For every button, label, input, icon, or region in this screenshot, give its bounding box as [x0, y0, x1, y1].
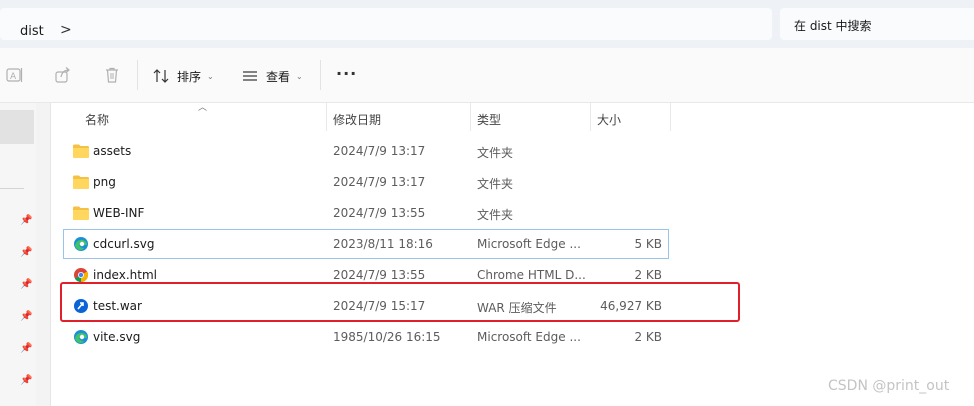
- toolbar-divider: [320, 60, 321, 90]
- list-item[interactable]: cdcurl.svg 2023/8/11 18:16 Microsoft Edg…: [63, 229, 669, 259]
- watermark: CSDN @print_out: [828, 378, 950, 394]
- folder-icon: [73, 206, 89, 220]
- chevron-down-icon: ⌄: [207, 71, 214, 81]
- list-item[interactable]: png 2024/7/9 13:17 文件夹: [64, 168, 668, 196]
- file-date: 2024/7/9 13:17: [333, 144, 426, 158]
- list-item[interactable]: WEB-INF 2024/7/9 13:55 文件夹: [64, 199, 668, 227]
- sort-icon: [153, 69, 169, 83]
- file-size: 2 KB: [634, 268, 662, 282]
- list-item[interactable]: vite.svg 1985/10/26 16:15 Microsoft Edge…: [64, 323, 668, 351]
- sort-button[interactable]: 排序 ⌄: [153, 67, 214, 85]
- delete-icon[interactable]: [103, 66, 121, 84]
- search-input[interactable]: 在 dist 中搜索: [780, 8, 974, 40]
- file-date: 2023/8/11 18:16: [333, 237, 433, 251]
- nav-selected-item[interactable]: [0, 110, 34, 144]
- sort-label: 排序: [177, 69, 202, 84]
- file-name: assets: [93, 144, 132, 158]
- search-placeholder: 在 dist 中搜索: [794, 19, 872, 33]
- file-type: Chrome HTML D...: [477, 268, 586, 282]
- pin-icon[interactable]: 📌: [20, 247, 32, 259]
- file-name: png: [93, 175, 116, 189]
- file-size: 5 KB: [634, 237, 662, 251]
- svg-text:A: A: [10, 72, 17, 82]
- navigation-pane: 📌 📌 📌 📌 📌 📌: [0, 103, 36, 406]
- file-name: cdcurl.svg: [93, 237, 155, 251]
- column-divider[interactable]: [470, 103, 471, 131]
- toolbar-divider: [137, 60, 138, 90]
- file-type: 文件夹: [477, 177, 514, 191]
- file-type: 文件夹: [477, 208, 514, 222]
- list-item[interactable]: assets 2024/7/9 13:17 文件夹: [64, 137, 668, 165]
- file-date: 2024/7/9 13:55: [333, 268, 426, 282]
- file-type: Microsoft Edge ...: [477, 237, 581, 251]
- column-header-size[interactable]: 大小: [597, 111, 621, 128]
- pin-icon[interactable]: 📌: [20, 215, 32, 227]
- more-options-button[interactable]: ···: [336, 64, 357, 83]
- command-bar: A 排序 ⌄ 查看 ⌄ ···: [0, 48, 974, 103]
- column-divider[interactable]: [326, 103, 327, 131]
- address-bar[interactable]: dist >: [0, 8, 772, 40]
- column-header-type[interactable]: 类型: [477, 111, 501, 128]
- file-list: ︿ 名称 修改日期 类型 大小 assets 2024/7/9 13:17 文件…: [63, 103, 974, 406]
- view-label: 查看: [266, 69, 291, 84]
- chevron-down-icon: ⌄: [296, 71, 303, 81]
- file-name: WEB-INF: [93, 206, 145, 220]
- column-header-date[interactable]: 修改日期: [333, 111, 381, 128]
- column-divider[interactable]: [670, 103, 671, 131]
- file-date: 2024/7/9 13:17: [333, 175, 426, 189]
- folder-icon: [73, 144, 89, 158]
- sort-ascending-icon: ︿: [198, 103, 208, 113]
- view-button[interactable]: 查看 ⌄: [242, 67, 303, 85]
- file-size: 2 KB: [634, 330, 662, 344]
- highlight-box: [60, 282, 740, 322]
- column-header-name[interactable]: 名称: [85, 111, 109, 128]
- column-divider[interactable]: [590, 103, 591, 131]
- pin-icon[interactable]: 📌: [20, 375, 32, 387]
- share-icon[interactable]: [54, 66, 72, 84]
- folder-icon: [73, 175, 89, 189]
- pin-icon[interactable]: 📌: [20, 279, 32, 291]
- file-date: 2024/7/9 13:55: [333, 206, 426, 220]
- view-icon: [243, 71, 257, 81]
- breadcrumb-chevron-icon[interactable]: >: [60, 22, 72, 38]
- address-bar-row: dist > 在 dist 中搜索: [0, 0, 974, 48]
- nav-divider: [0, 188, 24, 189]
- rename-icon[interactable]: A: [6, 66, 24, 84]
- file-name: vite.svg: [93, 330, 141, 344]
- edge-icon: [74, 237, 88, 251]
- breadcrumb-dist[interactable]: dist: [20, 24, 44, 39]
- pin-icon[interactable]: 📌: [20, 311, 32, 323]
- chrome-icon: [74, 268, 89, 283]
- file-name: index.html: [93, 268, 157, 282]
- pin-icon[interactable]: 📌: [20, 343, 32, 355]
- edge-icon: [74, 330, 88, 344]
- nav-scrollbar[interactable]: [36, 103, 51, 406]
- file-date: 1985/10/26 16:15: [333, 330, 441, 344]
- file-type: 文件夹: [477, 146, 514, 160]
- file-type: Microsoft Edge ...: [477, 330, 581, 344]
